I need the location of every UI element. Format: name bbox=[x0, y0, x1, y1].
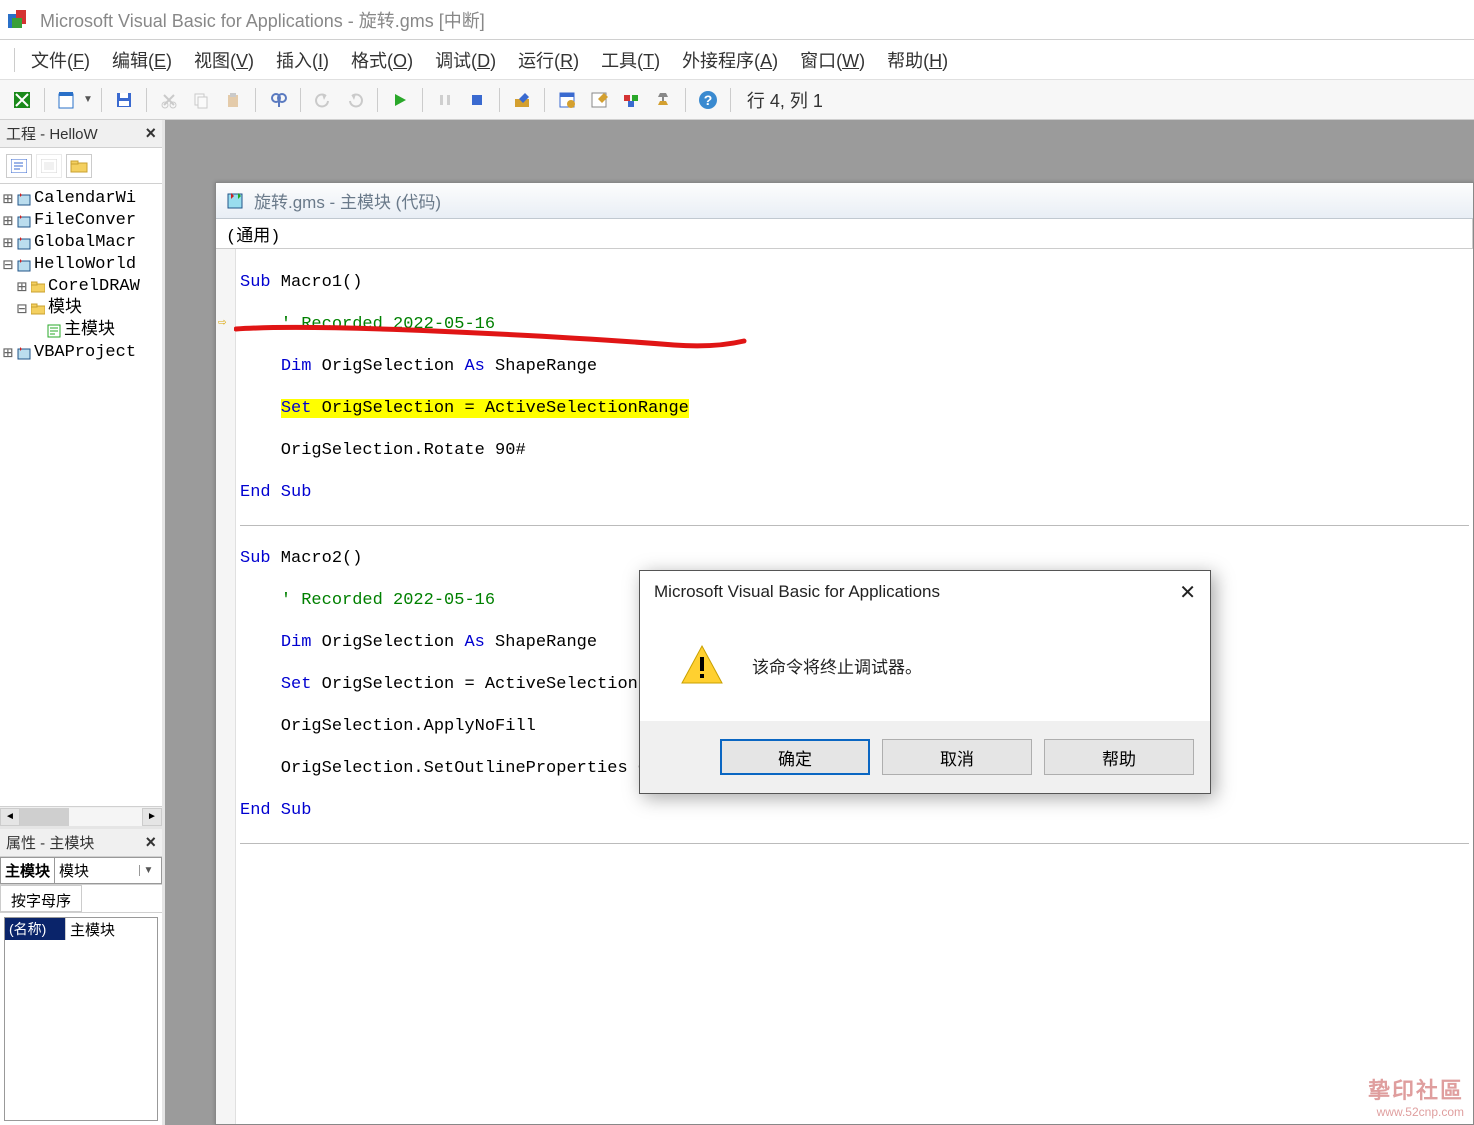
tree-item-helloworld[interactable]: ⊟HelloWorld bbox=[2, 254, 160, 276]
find-button[interactable] bbox=[264, 86, 292, 114]
svg-text:?: ? bbox=[704, 92, 713, 108]
toolbar: ▼ ? 行 4, 列 1 bbox=[0, 80, 1474, 120]
menu-format[interactable]: 格式(O) bbox=[341, 41, 423, 79]
confirm-dialog: Microsoft Visual Basic for Applications … bbox=[639, 570, 1211, 794]
menu-bar: 文件(F) 编辑(E) 视图(V) 插入(I) 格式(O) 调试(D) 运行(R… bbox=[0, 40, 1474, 80]
insert-module-button[interactable] bbox=[53, 86, 81, 114]
view-coreldraw-button[interactable] bbox=[8, 86, 36, 114]
dialog-ok-button[interactable]: 确定 bbox=[720, 739, 870, 775]
project-panel-title: 工程 - HelloW bbox=[6, 123, 98, 144]
tree-item-modules-folder[interactable]: ⊟模块 bbox=[2, 298, 160, 320]
undo-button[interactable] bbox=[309, 86, 337, 114]
menu-tools[interactable]: 工具(T) bbox=[591, 41, 670, 79]
properties-tab-alphabetic[interactable]: 按字母序 bbox=[0, 885, 82, 912]
project-tree[interactable]: ⊞CalendarWi ⊞FileConver ⊞GlobalMacr ⊟Hel… bbox=[0, 184, 162, 806]
cut-button[interactable] bbox=[155, 86, 183, 114]
toggle-folders-button[interactable] bbox=[66, 154, 92, 178]
code-window-title: 旋转.gms - 主模块 (代码) bbox=[254, 188, 441, 213]
properties-object-name: 主模块 bbox=[0, 857, 55, 884]
menu-help[interactable]: 帮助(H) bbox=[877, 41, 958, 79]
toolbox-button[interactable] bbox=[649, 86, 677, 114]
dialog-message: 该命令将终止调试器。 bbox=[752, 653, 922, 678]
dialog-help-button[interactable]: 帮助 bbox=[1044, 739, 1194, 775]
project-toolbar bbox=[0, 148, 162, 184]
properties-object-type: 模块 bbox=[59, 860, 89, 881]
scroll-right-icon[interactable]: ► bbox=[142, 808, 162, 826]
menu-view[interactable]: 视图(V) bbox=[184, 41, 264, 79]
properties-grid[interactable]: (名称) 主模块 bbox=[4, 917, 158, 1121]
menu-addins[interactable]: 外接程序(A) bbox=[672, 41, 788, 79]
property-key-name: (名称) bbox=[5, 918, 65, 940]
properties-object-selector[interactable]: 主模块 模块 ▼ bbox=[0, 857, 162, 885]
help-button[interactable]: ? bbox=[694, 86, 722, 114]
dialog-titlebar[interactable]: Microsoft Visual Basic for Applications … bbox=[640, 571, 1210, 613]
tree-item-globalmacros[interactable]: ⊞GlobalMacr bbox=[2, 232, 160, 254]
save-button[interactable] bbox=[110, 86, 138, 114]
tree-item-coreldraw-folder[interactable]: ⊞CorelDRAW bbox=[2, 276, 160, 298]
run-button[interactable] bbox=[386, 86, 414, 114]
dialog-cancel-button[interactable]: 取消 bbox=[882, 739, 1032, 775]
menu-edit[interactable]: 编辑(E) bbox=[102, 41, 182, 79]
properties-panel-title: 属性 - 主模块 bbox=[6, 832, 94, 853]
properties-panel-header: 属性 - 主模块 × bbox=[0, 829, 162, 857]
view-code-button[interactable] bbox=[6, 154, 32, 178]
project-panel-header: 工程 - HelloW × bbox=[0, 120, 162, 148]
redo-button[interactable] bbox=[341, 86, 369, 114]
warning-icon bbox=[680, 643, 724, 687]
code-window-titlebar[interactable]: 旋转.gms - 主模块 (代码) bbox=[216, 183, 1473, 219]
dropdown-icon[interactable]: ▼ bbox=[83, 94, 93, 105]
menu-run[interactable]: 运行(R) bbox=[508, 41, 589, 79]
window-title: Microsoft Visual Basic for Applications … bbox=[40, 7, 485, 33]
tree-item-fileconverter[interactable]: ⊞FileConver bbox=[2, 210, 160, 232]
window-titlebar: Microsoft Visual Basic for Applications … bbox=[0, 0, 1474, 40]
cursor-position-status: 行 4, 列 1 bbox=[747, 87, 823, 113]
app-icon bbox=[6, 8, 30, 32]
paste-button[interactable] bbox=[219, 86, 247, 114]
tree-item-vbaproject[interactable]: ⊞VBAProject bbox=[2, 342, 160, 364]
menu-window[interactable]: 窗口(W) bbox=[790, 41, 875, 79]
design-mode-button[interactable] bbox=[508, 86, 536, 114]
properties-panel-close[interactable]: × bbox=[145, 832, 156, 853]
current-line-marker-icon: ⇨ bbox=[218, 313, 226, 334]
dialog-close-button[interactable]: ✕ bbox=[1179, 580, 1196, 605]
module-icon bbox=[226, 192, 246, 210]
menu-insert[interactable]: 插入(I) bbox=[266, 41, 339, 79]
menu-file[interactable]: 文件(F) bbox=[21, 41, 100, 79]
scroll-left-icon[interactable]: ◄ bbox=[0, 808, 20, 826]
menu-debug[interactable]: 调试(D) bbox=[425, 41, 506, 79]
project-hscrollbar[interactable]: ◄ ► bbox=[0, 806, 162, 826]
watermark: 挚印社區 www.52cnp.com bbox=[1368, 1073, 1464, 1119]
copy-button[interactable] bbox=[187, 86, 215, 114]
property-val-name[interactable]: 主模块 bbox=[65, 918, 157, 940]
tree-item-main-module[interactable]: 主模块 bbox=[2, 320, 160, 342]
object-browser-button[interactable] bbox=[617, 86, 645, 114]
dialog-title-text: Microsoft Visual Basic for Applications bbox=[654, 582, 940, 602]
tree-item-calendarwizard[interactable]: ⊞CalendarWi bbox=[2, 188, 160, 210]
project-explorer-button[interactable] bbox=[553, 86, 581, 114]
object-dropdown[interactable]: (通用) bbox=[216, 219, 1473, 248]
view-object-button[interactable] bbox=[36, 154, 62, 178]
project-panel-close[interactable]: × bbox=[145, 123, 156, 144]
properties-button[interactable] bbox=[585, 86, 613, 114]
pause-button[interactable] bbox=[431, 86, 459, 114]
stop-button[interactable] bbox=[463, 86, 491, 114]
chevron-down-icon[interactable]: ▼ bbox=[139, 865, 157, 876]
